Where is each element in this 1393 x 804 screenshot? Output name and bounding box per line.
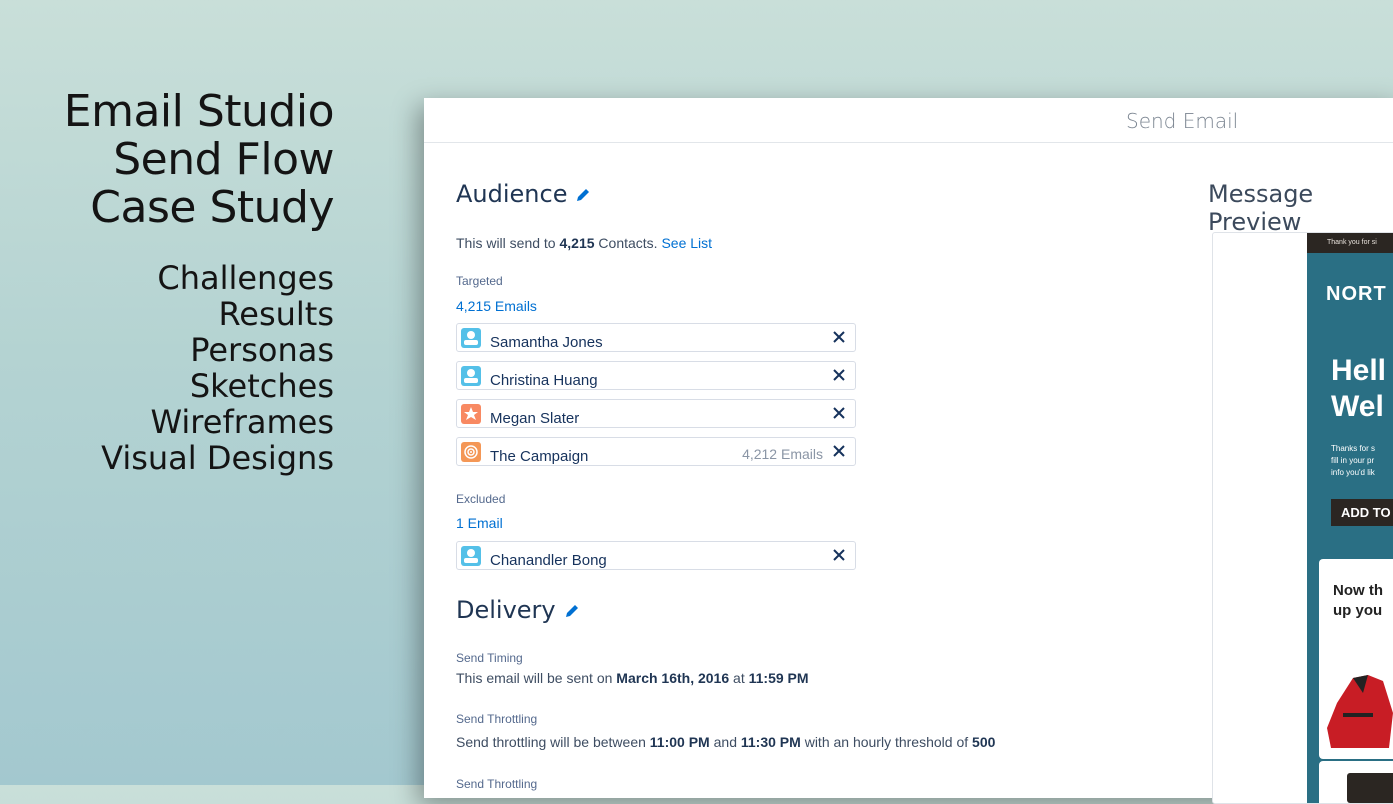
pencil-icon[interactable]	[564, 597, 580, 625]
recipient-name: Megan Slater	[490, 410, 580, 427]
close-icon[interactable]	[831, 547, 847, 563]
window-title: Send Email	[1126, 109, 1239, 133]
summary-suffix: Contacts.	[594, 235, 662, 251]
close-icon[interactable]	[831, 443, 847, 459]
contact-icon	[461, 366, 481, 386]
close-icon[interactable]	[831, 405, 847, 421]
recipient-email-count: 4,212 Emails	[742, 446, 823, 462]
body-line-2: fill in your pr	[1331, 456, 1375, 465]
timing-time: 11:59 PM	[748, 670, 809, 686]
send-timing-label: Send Timing	[456, 651, 523, 665]
send-email-window: Send Email Audience This will send to 4,…	[424, 98, 1393, 804]
timing-prefix: This email will be sent on	[456, 670, 617, 686]
link-results[interactable]: Results	[0, 296, 334, 332]
link-sketches[interactable]: Sketches	[0, 368, 334, 404]
email-brand-logo: NORT	[1326, 283, 1387, 305]
email-card-text: Now th up you	[1333, 581, 1383, 621]
throttling-mid2: with an hourly threshold of	[800, 734, 973, 750]
recipient-name: The Campaign	[490, 448, 589, 465]
link-challenges[interactable]: Challenges	[0, 260, 334, 296]
recipient-pill: Christina Huang	[456, 361, 856, 390]
excluded-pill: Chanandler Bong	[456, 541, 856, 570]
email-hero: Hell Wel	[1331, 353, 1386, 425]
recipient-pill: Megan Slater	[456, 399, 856, 428]
contact-icon	[461, 328, 481, 348]
targeted-label: Targeted	[456, 274, 503, 288]
excluded-count-link[interactable]: 1 Email	[456, 515, 503, 531]
see-list-link[interactable]: See List	[661, 235, 712, 251]
send-timing-text: This email will be sent on March 16th, 2…	[456, 670, 809, 686]
message-preview-heading: Message Preview	[1208, 180, 1314, 236]
link-personas[interactable]: Personas	[0, 332, 334, 368]
send-throttling-text: Send throttling will be between 11:00 PM…	[456, 734, 995, 750]
summary-count: 4,215	[559, 235, 595, 251]
throttling-threshold: 500	[972, 734, 996, 750]
case-study-sidebar: Email Studio Send Flow Case Study Challe…	[0, 86, 335, 477]
campaign-icon	[461, 442, 481, 462]
email-preview: Thank you for si NORT Hell Wel Thanks fo…	[1307, 233, 1393, 803]
throttling-mid: and	[709, 734, 741, 750]
title-line-1: Email Studio	[63, 86, 335, 137]
recipient-name: Chanandler Bong	[490, 552, 607, 569]
send-throttling-label: Send Throttling	[456, 712, 538, 726]
email-bottom-button	[1347, 773, 1393, 803]
audience-summary: This will send to 4,215 Contacts. See Li…	[456, 235, 712, 251]
message-preview-frame: Thank you for si NORT Hell Wel Thanks fo…	[1212, 232, 1393, 804]
link-wireframes[interactable]: Wireframes	[0, 404, 334, 440]
timing-mid: at	[729, 670, 749, 686]
recipient-name: Christina Huang	[490, 372, 598, 389]
body-line-3: info you'd lik	[1331, 468, 1375, 477]
close-icon[interactable]	[831, 367, 847, 383]
targeted-count-link[interactable]: 4,215 Emails	[456, 298, 537, 314]
hero-line-1: Hell	[1331, 354, 1387, 387]
window-header: Send Email	[424, 98, 1393, 143]
title-line-3: Case Study	[90, 182, 334, 233]
recipient-pill: The Campaign 4,212 Emails	[456, 437, 856, 466]
email-topbar: Thank you for si	[1307, 233, 1393, 253]
email-body: Thanks for s fill in your pr info you'd …	[1331, 443, 1375, 479]
excluded-label: Excluded	[456, 492, 506, 506]
title-line-2: Send Flow	[113, 134, 334, 185]
audience-heading: Audience	[456, 180, 591, 209]
contact-icon	[461, 546, 481, 566]
body-line-1: Thanks for s	[1331, 444, 1376, 453]
recipient-name: Samantha Jones	[490, 334, 603, 351]
card-line-1: Now th	[1333, 582, 1383, 599]
pencil-icon[interactable]	[575, 181, 591, 209]
delivery-heading: Delivery	[456, 596, 580, 625]
lead-icon	[461, 404, 481, 424]
card-line-2: up you	[1333, 602, 1383, 619]
timing-date: March 16th, 2016	[616, 670, 730, 686]
throttling-start: 11:00 PM	[649, 734, 710, 750]
jacket-image	[1323, 673, 1393, 748]
link-visual-designs[interactable]: Visual Designs	[0, 440, 334, 476]
email-cta-button: ADD TO	[1331, 499, 1393, 526]
audience-heading-text: Audience	[456, 180, 568, 208]
delivery-heading-text: Delivery	[456, 596, 556, 624]
send-throttling-label-2: Send Throttling	[456, 777, 538, 791]
close-icon[interactable]	[831, 329, 847, 345]
throttling-end: 11:30 PM	[740, 734, 801, 750]
section-links: Challenges Results Personas Sketches Wir…	[0, 260, 334, 476]
hero-line-2: Wel	[1331, 390, 1384, 423]
throttling-prefix: Send throttling will be between	[456, 734, 650, 750]
summary-prefix: This will send to	[456, 235, 560, 251]
case-study-title: Email Studio Send Flow Case Study	[0, 86, 335, 233]
recipient-pill: Samantha Jones	[456, 323, 856, 352]
